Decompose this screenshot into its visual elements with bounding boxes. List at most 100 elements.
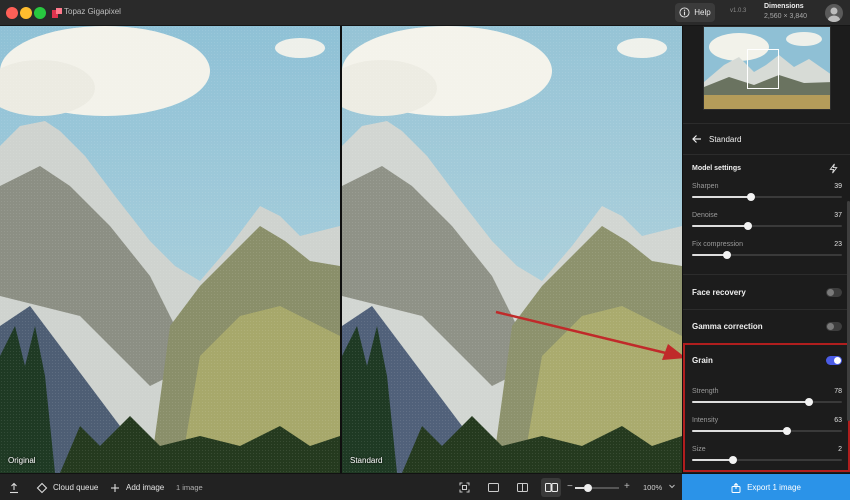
intensity-slider[interactable]: Intensity 63 [692,417,842,443]
settings-panel: Standard Model settings Sharpen 39 Denoi… [682,26,850,473]
slider-track[interactable] [692,456,842,464]
slider-fill [692,430,787,432]
cloud-queue-button[interactable]: Cloud queue [36,474,98,500]
original-label: Original [8,456,36,465]
cloud-queue-label: Cloud queue [53,483,99,492]
plus-icon [111,483,119,492]
minimize-window-button[interactable] [20,7,32,19]
slider-value: 2 [838,446,842,453]
toggle-dot [827,289,834,296]
processed-preview[interactable]: Standard [342,26,682,473]
grain-overlay [342,26,682,473]
panel-divider [683,309,850,310]
single-view-button[interactable] [483,478,503,497]
side-by-side-view-button[interactable] [541,478,561,497]
app-logo-icon [52,8,62,18]
slider-track[interactable] [692,193,842,201]
title-bar: Topaz Gigapixel Help v1.0.3 Dimensions 2… [0,0,850,26]
maximize-window-button[interactable] [34,7,46,19]
processed-label: Standard [350,456,383,465]
focus-icon [459,482,469,493]
grain-toggle[interactable] [826,356,842,365]
model-settings-title: Model settings [692,165,742,172]
slider-value: 63 [834,417,842,424]
slider-fill [692,196,751,198]
auto-bolt-icon[interactable] [828,163,839,174]
gamma-correction-label: Gamma correction [692,322,763,331]
slider-label: Intensity [692,417,719,424]
slider-fill [692,254,727,256]
side-by-side-icon [544,483,558,492]
zoom-value[interactable]: 100% [643,483,662,492]
slider-value: 39 [834,183,842,190]
bottom-toolbar: Cloud queue Add image 1 image − + 100% E… [0,473,850,500]
upload-icon [10,482,18,493]
share-button[interactable] [8,474,20,500]
info-icon [679,7,690,18]
slider-label: Sharpen [692,183,719,190]
export-button[interactable]: Export 1 image [682,474,850,500]
slider-fill [692,225,748,227]
slider-knob[interactable] [728,456,737,464]
zoom-out-icon[interactable]: − [567,481,573,492]
dimensions-label: Dimensions [764,3,804,10]
zoom-fill [575,487,584,489]
slider-label: Strength [692,388,719,395]
split-view-button[interactable] [512,478,532,497]
zoom-knob[interactable] [583,484,592,492]
slider-value: 23 [834,241,842,248]
version-text: v1.0.3 [730,8,747,14]
single-view-icon [487,483,499,492]
slider-knob[interactable] [805,398,813,406]
help-button[interactable]: Help [675,3,715,22]
toggle-dot [834,357,841,364]
dimensions-info: Dimensions 2,560 × 3,840 [764,3,807,20]
add-image-button[interactable]: Add image [109,474,164,500]
export-label: Export 1 image [747,483,801,492]
back-to-models-button[interactable]: Standard [692,134,741,144]
slider-track[interactable] [692,251,842,259]
gamma-correction-row: Gamma correction [692,319,842,335]
arrow-left-icon [692,135,701,143]
help-label: Help [694,8,711,17]
user-icon [828,7,840,22]
slider-label: Size [692,446,706,453]
toggle-dot [827,323,834,330]
fix-compression-slider[interactable]: Fix compression 23 [692,241,842,267]
chevron-down-icon[interactable] [668,482,676,490]
slider-knob[interactable] [722,251,731,259]
slider-fill [692,401,809,403]
slider-fill [692,459,733,461]
face-recovery-toggle[interactable] [826,288,842,297]
strength-slider[interactable]: Strength 78 [692,388,842,414]
slider-knob[interactable] [782,427,791,435]
user-avatar[interactable] [825,4,843,22]
grain-label: Grain [692,356,713,365]
fit-view-button[interactable] [454,478,474,497]
slider-knob[interactable] [743,222,752,230]
slider-track[interactable] [692,427,842,435]
denoise-slider[interactable]: Denoise 37 [692,212,842,238]
slider-knob[interactable] [746,193,755,201]
slider-label: Denoise [692,212,718,219]
navigator-viewport-frame[interactable] [747,49,779,89]
slider-value: 37 [834,212,842,219]
size-slider[interactable]: Size 2 [692,446,842,472]
zoom-in-icon[interactable]: + [624,481,630,492]
face-recovery-row: Face recovery [692,285,842,301]
grain-row: Grain [692,353,842,369]
face-recovery-label: Face recovery [692,288,746,297]
slider-track[interactable] [692,222,842,230]
panel-divider [683,274,850,275]
panel-divider [683,123,850,124]
navigator-thumbnail[interactable] [703,26,831,110]
image-count: 1 image [176,483,203,492]
sharpen-slider[interactable]: Sharpen 39 [692,183,842,209]
original-preview[interactable]: Original [0,26,340,473]
zoom-slider[interactable] [575,484,619,492]
close-window-button[interactable] [6,7,18,19]
gamma-correction-toggle[interactable] [826,322,842,331]
model-name: Standard [709,134,742,144]
slider-track[interactable] [692,398,842,406]
grain-overlay [0,26,340,473]
